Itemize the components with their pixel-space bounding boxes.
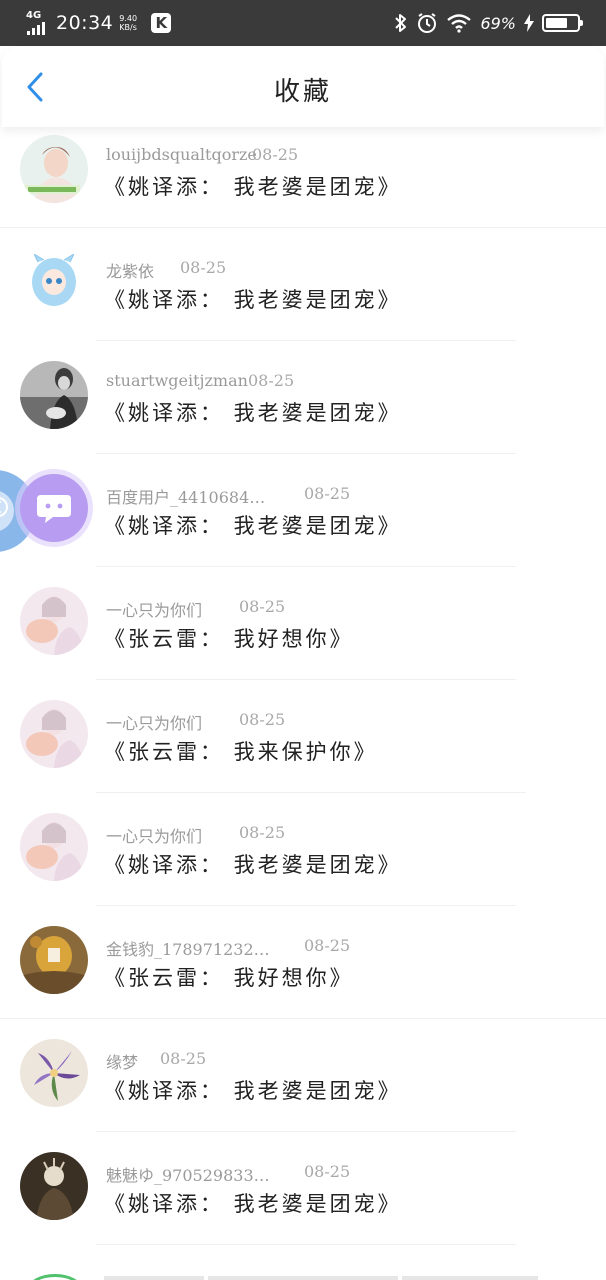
post-date: 08-25 xyxy=(252,145,299,164)
item-meta: 百度用户_4410684… 08-25 xyxy=(106,484,350,508)
avatar[interactable] xyxy=(20,135,88,203)
favorite-title[interactable]: 《姚译添： 我老婆是团宠》 xyxy=(104,1075,402,1105)
item-meta: 龙紫依 08-25 xyxy=(106,258,226,282)
list-item[interactable]: 魅魅ゆ_970529833… 08-25 《姚译添： 我老婆是团宠》 xyxy=(0,1132,606,1245)
item-meta: 一心只为你们 08-25 xyxy=(106,823,285,847)
username[interactable]: louijbdsqualtqorze xyxy=(106,145,257,164)
avatar xyxy=(28,1274,82,1280)
list-item[interactable]: 一心只为你们 08-25 《姚译添： 我老婆是团宠》 xyxy=(0,793,606,906)
alarm-icon xyxy=(418,13,437,33)
username[interactable]: 百度用户_4410684… xyxy=(106,484,265,508)
floating-assistant xyxy=(0,466,96,556)
list-item[interactable]: louijbdsqualtqorze 08-25 《姚译添： 我老婆是团宠》 xyxy=(0,115,606,228)
post-date: 08-25 xyxy=(239,710,286,729)
username[interactable]: 龙紫依 xyxy=(106,258,154,282)
avatar[interactable] xyxy=(20,1152,88,1220)
list-item[interactable]: 一心只为你们 08-25 《张云雷： 我来保护你》 xyxy=(0,680,606,793)
divider xyxy=(96,1244,516,1245)
speed-value: 9.40 xyxy=(119,14,138,23)
battery-fill xyxy=(546,18,567,28)
header: 收藏 xyxy=(2,47,604,127)
battery-percent: 69% xyxy=(480,13,516,33)
status-time: 20:34 xyxy=(56,12,114,34)
post-date: 08-25 xyxy=(304,1162,351,1181)
username[interactable]: 一心只为你们 xyxy=(106,597,202,621)
wifi-icon xyxy=(447,14,472,33)
cellular-signal-icon: 4G xyxy=(26,11,50,35)
avatar[interactable] xyxy=(20,1039,88,1107)
chat-bubble-icon[interactable] xyxy=(34,488,74,528)
post-date: 08-25 xyxy=(180,258,227,277)
close-icon[interactable] xyxy=(0,494,10,520)
item-meta: louijbdsqualtqorze 08-25 xyxy=(106,145,298,167)
favorite-title[interactable]: 《张云雷： 我好想你》 xyxy=(104,623,354,653)
item-meta: 魅魅ゆ_970529833… 08-25 xyxy=(106,1162,350,1186)
network-speed: 9.40 KB/s xyxy=(119,14,141,32)
favorite-title[interactable]: 《张云雷： 我来保护你》 xyxy=(104,736,378,766)
post-date: 08-25 xyxy=(304,484,351,503)
favorite-title[interactable]: 《姚译添： 我老婆是团宠》 xyxy=(104,849,402,879)
favorite-title[interactable]: 《姚译添： 我老婆是团宠》 xyxy=(104,510,402,540)
avatar[interactable] xyxy=(20,926,88,994)
favorite-title[interactable]: 《姚译添： 我老婆是团宠》 xyxy=(104,1188,402,1218)
avatar[interactable] xyxy=(20,587,88,655)
post-date: 08-25 xyxy=(239,597,286,616)
speed-unit: KB/s xyxy=(119,23,137,32)
item-meta: 金钱豹_178971232… 08-25 xyxy=(106,936,350,960)
avatar[interactable] xyxy=(20,700,88,768)
charging-icon xyxy=(524,14,534,32)
post-date: 08-25 xyxy=(239,823,286,842)
username[interactable]: 魅魅ゆ_970529833… xyxy=(106,1162,270,1186)
avatar[interactable] xyxy=(20,248,88,316)
username[interactable]: 一心只为你们 xyxy=(106,710,202,734)
favorite-title[interactable]: 《姚译添： 我老婆是团宠》 xyxy=(104,284,402,314)
list-item[interactable]: 缘梦 08-25 《姚译添： 我老婆是团宠》 xyxy=(0,1019,606,1132)
status-bar: 4G 20:34 9.40 KB/s K 69% xyxy=(0,0,606,46)
post-date: 08-25 xyxy=(160,1049,207,1068)
page-title: 收藏 xyxy=(273,77,332,107)
username[interactable]: stuartwgeitjzman xyxy=(106,371,248,390)
network-type: 4G xyxy=(26,10,42,21)
battery-icon xyxy=(542,14,583,32)
avatar[interactable] xyxy=(20,813,88,881)
app-notification-icon: K xyxy=(151,13,172,33)
post-date: 08-25 xyxy=(248,371,295,390)
item-meta: stuartwgeitjzman 08-25 xyxy=(106,371,294,393)
avatar[interactable] xyxy=(20,361,88,429)
username[interactable]: 一心只为你们 xyxy=(106,823,202,847)
username[interactable]: 缘梦 xyxy=(106,1049,138,1073)
favorite-title[interactable]: 《张云雷： 我好想你》 xyxy=(104,962,354,992)
list-item[interactable]: stuartwgeitjzman 08-25 《姚译添： 我老婆是团宠》 xyxy=(0,341,606,454)
item-meta: 缘梦 08-25 xyxy=(106,1049,206,1073)
list-item[interactable]: 龙紫依 08-25 《姚译添： 我老婆是团宠》 xyxy=(0,228,606,341)
item-meta: 一心只为你们 08-25 xyxy=(106,710,285,734)
post-date: 08-25 xyxy=(304,936,351,955)
list-item[interactable]: 一心只为你们 08-25 《张云雷： 我好想你》 xyxy=(0,567,606,680)
item-meta: 一心只为你们 08-25 xyxy=(106,597,285,621)
list-item[interactable]: 金钱豹_178971232… 08-25 《张云雷： 我好想你》 xyxy=(0,906,606,1019)
favorite-title[interactable]: 《姚译添： 我老婆是团宠》 xyxy=(104,171,402,201)
favorite-title[interactable]: 《姚译添： 我老婆是团宠》 xyxy=(104,397,402,427)
list-item-partial[interactable] xyxy=(0,1266,606,1280)
bluetooth-icon xyxy=(395,14,407,32)
username[interactable]: 金钱豹_178971232… xyxy=(106,936,270,960)
